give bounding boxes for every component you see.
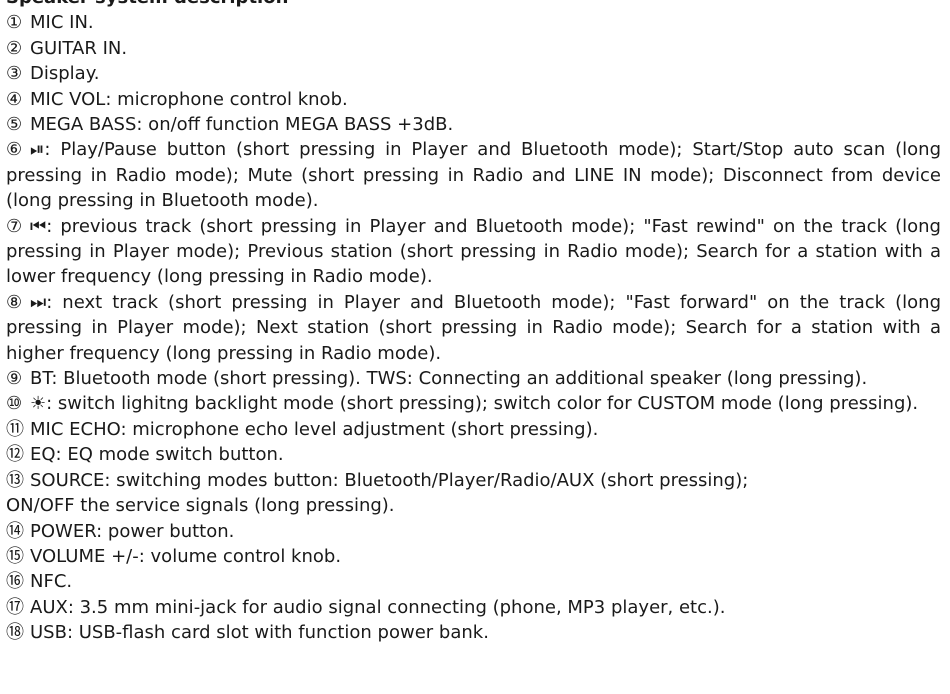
list-item: ③ Display. xyxy=(6,61,941,86)
item-text: USB: USB-flash card slot with function p… xyxy=(30,622,489,644)
item-text: POWER: power button. xyxy=(30,520,235,542)
item-number: ⑨ xyxy=(6,368,23,390)
list-item: ⑰ AUX: 3.5 mm mini-jack for audio signal … xyxy=(6,595,941,620)
item-number: ⑤ xyxy=(6,114,23,136)
item-number: ⑰ xyxy=(6,596,24,618)
document-page: Speaker system description ① MIC IN. ② GUI… xyxy=(6,0,941,646)
list-item: ⑭ POWER: power button. xyxy=(6,519,941,544)
item-number: ⑥ xyxy=(6,139,23,161)
list-item: ⑪ MIC ECHO: microphone echo level adjustm… xyxy=(6,417,941,442)
item-number: ① xyxy=(6,12,23,34)
item-text: MIC VOL: microphone control knob. xyxy=(30,88,348,110)
list-item: ⑩ ☀: switch lighitng backlight mode (shor… xyxy=(6,391,941,416)
list-item: ④ MIC VOL: microphone control knob. xyxy=(6,87,941,112)
item-number: ② xyxy=(6,37,23,59)
item-number: ⑬ xyxy=(6,469,24,491)
list-item: ① MIC IN. xyxy=(6,10,941,35)
list-item: ⑬ SOURCE: switching modes button: Bluetoo… xyxy=(6,468,941,493)
item-text: EQ: EQ mode switch button. xyxy=(30,444,284,466)
item-number: ⑭ xyxy=(6,520,24,542)
item-text: ⏯: Play/Pause button (short pressing in … xyxy=(6,139,941,212)
item-text: ⏭: next track (short pressing in Player … xyxy=(6,291,941,364)
item-text: Display. xyxy=(30,63,100,85)
list-item: ⑱ USB: USB-flash card slot with function … xyxy=(6,620,941,645)
item-text: ☀: switch lighitng backlight mode (short… xyxy=(30,393,919,415)
item-number: ③ xyxy=(6,63,23,85)
item-number: ⑩ xyxy=(6,393,23,415)
item-number: ④ xyxy=(6,88,23,110)
list-item: ② GUITAR IN. xyxy=(6,36,941,61)
list-item: ⑧ ⏭: next track (short pressing in Player… xyxy=(6,290,941,366)
item-number: ⑫ xyxy=(6,444,24,466)
section-heading: Speaker system description xyxy=(6,0,941,10)
item-text: ⏮: previous track (short pressing in Pla… xyxy=(6,215,941,288)
item-text: GUITAR IN. xyxy=(30,37,128,59)
list-item: ⑮ VOLUME +/-: volume control knob. xyxy=(6,544,941,569)
item-text: AUX: 3.5 mm mini-jack for audio signal c… xyxy=(30,596,726,618)
list-item-continuation: ON/OFF the service signals (long pressin… xyxy=(6,493,941,518)
list-item: ⑥ ⏯: Play/Pause button (short pressing in… xyxy=(6,137,941,213)
item-text: VOLUME +/-: volume control knob. xyxy=(30,545,342,567)
item-text: MIC ECHO: microphone echo level adjustme… xyxy=(30,418,599,440)
list-item: ⑤ MEGA BASS: on/off function MEGA BASS +3… xyxy=(6,112,941,137)
item-number: ⑮ xyxy=(6,545,24,567)
list-item: ⑯ NFC. xyxy=(6,569,941,594)
item-text: MIC IN. xyxy=(30,12,94,34)
item-text: ON/OFF the service signals (long pressin… xyxy=(6,495,395,517)
item-number: ⑦ xyxy=(6,215,23,237)
list-item: ⑫ EQ: EQ mode switch button. xyxy=(6,442,941,467)
item-number: ⑱ xyxy=(6,622,24,644)
list-item: ⑨ BT: Bluetooth mode (short pressing). TW… xyxy=(6,366,941,391)
list-item: ⑦ ⏮: previous track (short pressing in Pl… xyxy=(6,214,941,290)
item-text: NFC. xyxy=(30,571,73,593)
item-text: BT: Bluetooth mode (short pressing). TWS… xyxy=(30,368,868,390)
item-number: ⑪ xyxy=(6,418,24,440)
item-number: ⑯ xyxy=(6,571,24,593)
item-text: SOURCE: switching modes button: Bluetoot… xyxy=(30,469,749,491)
item-number: ⑧ xyxy=(6,291,23,313)
item-text: MEGA BASS: on/off function MEGA BASS +3d… xyxy=(30,114,454,136)
